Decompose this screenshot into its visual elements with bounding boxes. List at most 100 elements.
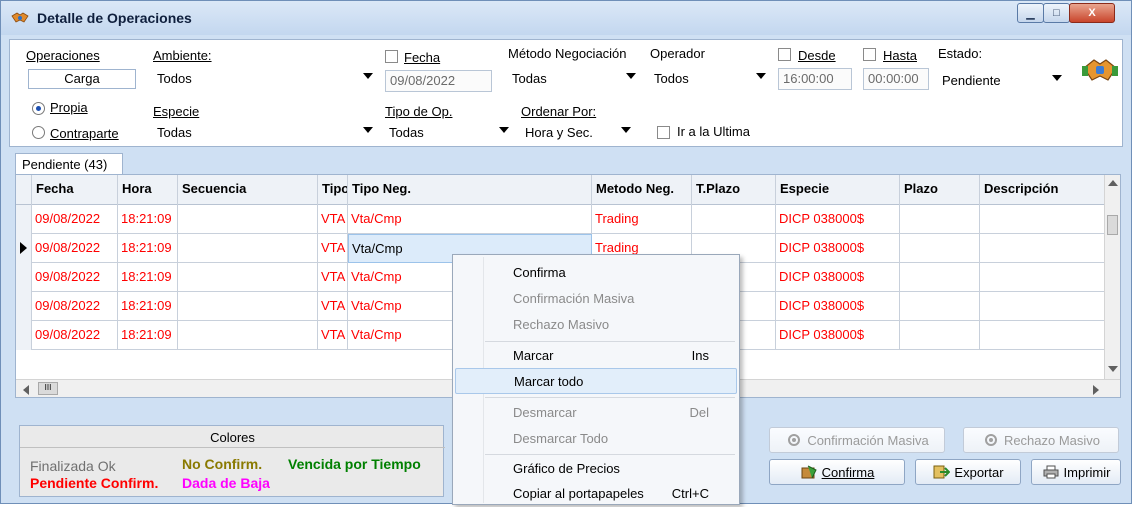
vertical-scrollbar[interactable] bbox=[1104, 175, 1120, 383]
menu-item-grafico-precios[interactable]: Gráfico de Precios bbox=[455, 456, 737, 482]
col-tplazo[interactable]: T.Plazo bbox=[692, 175, 776, 205]
cell-especie: DICP 038000$ bbox=[776, 263, 900, 292]
especie-label: Especie bbox=[153, 104, 200, 119]
col-descripcion[interactable]: Descripción bbox=[980, 175, 1106, 205]
propia-label[interactable]: Propia bbox=[50, 100, 88, 115]
package-icon bbox=[801, 465, 817, 479]
hasta-checkbox[interactable] bbox=[863, 48, 876, 61]
desde-input[interactable]: 16:00:00 bbox=[778, 68, 852, 90]
fecha-checkbox[interactable] bbox=[385, 50, 398, 63]
fecha-input[interactable]: 09/08/2022 bbox=[385, 70, 492, 92]
menu-item-confirmacion-masiva[interactable]: Confirmación Masiva bbox=[455, 286, 737, 312]
contraparte-label[interactable]: Contraparte bbox=[50, 126, 119, 141]
exportar-button[interactable]: Exportar bbox=[915, 459, 1021, 485]
col-fecha[interactable]: Fecha bbox=[32, 175, 118, 205]
col-tipo[interactable]: Tipo bbox=[318, 175, 348, 205]
cell-tplazo bbox=[692, 205, 776, 234]
menu-item-confirma[interactable]: Confirma bbox=[455, 260, 737, 286]
gear-icon bbox=[788, 434, 801, 446]
cell-especie: DICP 038000$ bbox=[776, 205, 900, 234]
close-button[interactable]: X bbox=[1069, 3, 1115, 23]
row-header[interactable] bbox=[16, 292, 32, 321]
desde-checkbox[interactable] bbox=[778, 48, 791, 61]
menu-separator bbox=[485, 341, 735, 342]
hscroll-thumb[interactable]: III bbox=[38, 382, 58, 395]
menu-item-label: Rechazo Masivo bbox=[513, 317, 610, 332]
table-row[interactable]: 09/08/2022 18:21:09 VTA Vta/Cmp Trading … bbox=[16, 205, 1106, 234]
propia-radio[interactable] bbox=[32, 102, 45, 115]
cell-hora: 18:21:09 bbox=[118, 292, 178, 321]
hasta-input[interactable]: 00:00:00 bbox=[863, 68, 929, 90]
menu-item-rechazo-masivo[interactable]: Rechazo Masivo bbox=[455, 312, 737, 338]
especie-select[interactable]: Todas bbox=[153, 122, 377, 144]
cell-hora: 18:21:09 bbox=[118, 205, 178, 234]
rechazo-masivo-button[interactable]: Rechazo Masivo bbox=[963, 427, 1119, 453]
menu-item-copiar[interactable]: Copiar al portapapeles Ctrl+C bbox=[455, 481, 737, 507]
menu-item-label: Copiar al portapapeles bbox=[513, 486, 644, 501]
row-header[interactable] bbox=[16, 205, 32, 234]
cell-plazo bbox=[900, 205, 980, 234]
imprimir-button[interactable]: Imprimir bbox=[1031, 459, 1121, 485]
window-controls: ▁ □ X bbox=[1017, 3, 1115, 25]
col-hora[interactable]: Hora bbox=[118, 175, 178, 205]
menu-item-label: Marcar bbox=[513, 348, 554, 363]
maximize-button[interactable]: □ bbox=[1043, 3, 1070, 23]
estado-select[interactable]: Pendiente bbox=[938, 70, 1066, 92]
vscroll-thumb[interactable] bbox=[1107, 215, 1118, 235]
menu-item-shortcut: Ins bbox=[691, 348, 709, 363]
estado-label: Estado: bbox=[938, 46, 983, 61]
col-metodo-neg[interactable]: Metodo Neg. bbox=[592, 175, 692, 205]
fecha-label: Fecha bbox=[404, 50, 441, 65]
cell-hora: 18:21:09 bbox=[118, 321, 178, 350]
cell-tipo: VTA bbox=[318, 292, 348, 321]
ultima-checkbox[interactable] bbox=[657, 126, 670, 139]
context-menu: Confirma Confirmación Masiva Rechazo Mas… bbox=[452, 254, 740, 505]
row-header-current[interactable] bbox=[16, 234, 32, 263]
cell-plazo bbox=[900, 234, 980, 263]
rechazo-masivo-label: Rechazo Masivo bbox=[1003, 432, 1101, 448]
handshake-icon bbox=[11, 12, 29, 23]
tab-pendiente[interactable]: Pendiente (43) bbox=[15, 153, 123, 175]
operador-value: Todos bbox=[654, 71, 689, 86]
menu-item-marcar-todo[interactable]: Marcar todo bbox=[455, 368, 737, 394]
cell-tipo: VTA bbox=[318, 321, 348, 350]
chevron-down-icon bbox=[363, 73, 373, 79]
metodo-select[interactable]: Todas bbox=[508, 68, 640, 90]
arrow-up-icon[interactable] bbox=[1108, 179, 1118, 187]
ordenar-select[interactable]: Hora y Sec. bbox=[521, 122, 635, 144]
confirmacion-masiva-button[interactable]: Confirmación Masiva bbox=[769, 427, 945, 453]
menu-item-label: Confirma bbox=[513, 265, 566, 280]
gear-icon bbox=[984, 434, 997, 446]
row-header[interactable] bbox=[16, 263, 32, 292]
confirma-button[interactable]: Confirma bbox=[769, 459, 905, 485]
chevron-down-icon bbox=[1052, 75, 1062, 81]
col-tipo-neg[interactable]: Tipo Neg. bbox=[348, 175, 592, 205]
ambiente-label: Ambiente: bbox=[153, 48, 212, 63]
metodo-label: Método Negociación bbox=[508, 46, 627, 61]
arrow-right-icon[interactable] bbox=[1092, 385, 1100, 395]
operador-select[interactable]: Todos bbox=[650, 68, 770, 90]
col-secuencia[interactable]: Secuencia bbox=[178, 175, 318, 205]
handshake-icon[interactable] bbox=[1082, 54, 1118, 86]
cell-fecha: 09/08/2022 bbox=[32, 234, 118, 263]
cell-hora: 18:21:09 bbox=[118, 263, 178, 292]
col-especie[interactable]: Especie bbox=[776, 175, 900, 205]
ambiente-select[interactable]: Todos bbox=[153, 68, 377, 90]
cell-plazo bbox=[900, 263, 980, 292]
col-plazo[interactable]: Plazo bbox=[900, 175, 980, 205]
menu-separator bbox=[485, 397, 735, 398]
row-header[interactable] bbox=[16, 321, 32, 350]
cell-descripcion bbox=[980, 263, 1106, 292]
minimize-button[interactable]: ▁ bbox=[1017, 3, 1044, 23]
tipoop-select[interactable]: Todas bbox=[385, 122, 513, 144]
imprimir-label: Imprimir bbox=[1063, 464, 1111, 480]
menu-item-desmarcar-todo[interactable]: Desmarcar Todo bbox=[455, 426, 737, 452]
legend-pendiente: Pendiente Confirm. bbox=[30, 475, 159, 491]
menu-item-desmarcar[interactable]: Desmarcar Del bbox=[455, 400, 737, 426]
export-icon bbox=[933, 465, 951, 479]
arrow-down-icon[interactable] bbox=[1108, 365, 1118, 373]
cell-tipo: VTA bbox=[318, 263, 348, 292]
arrow-left-icon[interactable] bbox=[22, 385, 30, 395]
contraparte-radio[interactable] bbox=[32, 126, 45, 139]
menu-item-marcar[interactable]: Marcar Ins bbox=[455, 343, 737, 369]
